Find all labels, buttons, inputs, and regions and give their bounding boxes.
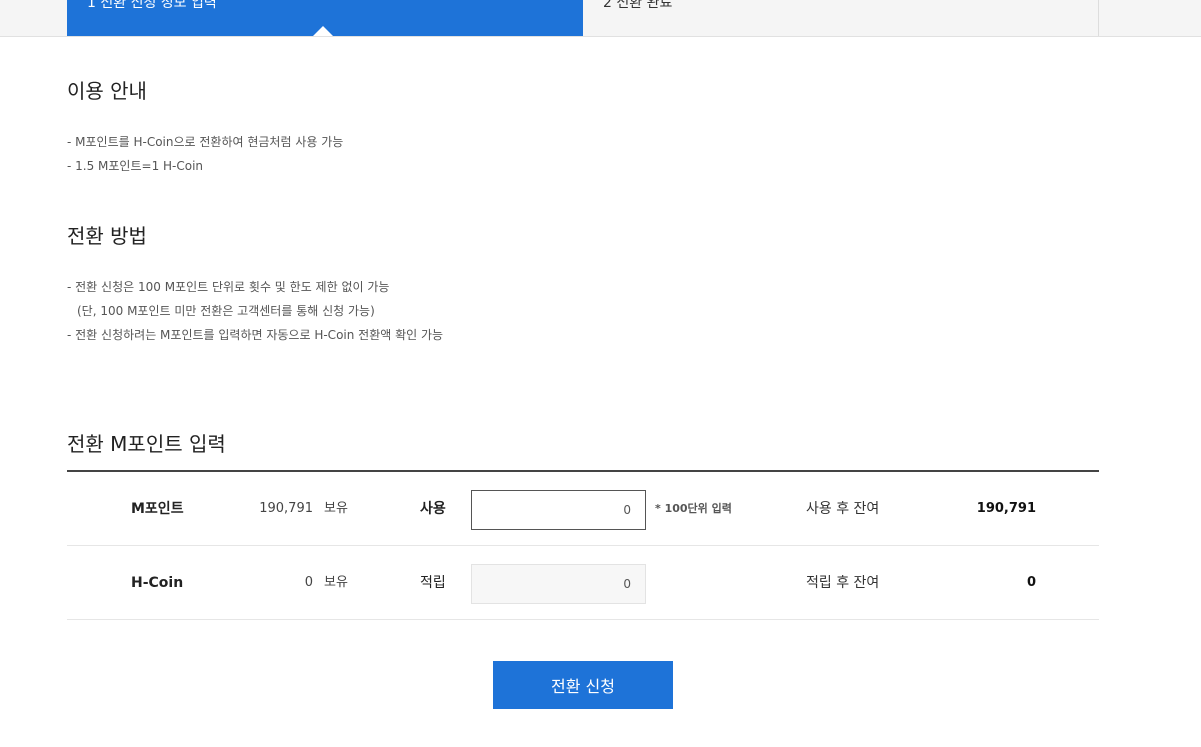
- hcoin-earn-output: [471, 564, 646, 604]
- step-1-label: 1 전환 신청 정보 입력: [87, 0, 217, 11]
- guide-title: 이용 안내: [67, 79, 147, 103]
- hcoin-after-value: 0: [1026, 575, 1036, 590]
- hcoin-name: H-Coin: [131, 575, 184, 591]
- hcoin-owned-unit: 보유: [324, 575, 348, 590]
- guide-item: - M포인트를 H-Coin으로 전환하여 현금처럼 사용 가능: [67, 135, 344, 149]
- guide-list: - M포인트를 H-Coin으로 전환하여 현금처럼 사용 가능 - 1.5 M…: [67, 130, 343, 178]
- step-bar: 1 전환 신청 정보 입력 2 전환 완료: [0, 0, 1201, 37]
- method-list: - 전환 신청은 100 M포인트 단위로 횟수 및 한도 제한 없이 가능 (…: [67, 275, 443, 347]
- step-active-pointer: [312, 26, 334, 36]
- method-item: - 전환 신청은 100 M포인트 단위로 횟수 및 한도 제한 없이 가능: [67, 280, 390, 294]
- hcoin-row: H-Coin 0 보유 적립 적립 후 잔여 0: [67, 546, 1099, 620]
- mpoint-row: M포인트 190,791 보유 사용 * 100단위 입력 사용 후 잔여 19…: [67, 472, 1099, 546]
- hcoin-after-label: 적립 후 잔여: [806, 575, 880, 591]
- mpoint-name: M포인트: [131, 501, 184, 517]
- form-title: 전환 M포인트 입력: [67, 432, 226, 456]
- hcoin-earn-label: 적립: [420, 575, 446, 591]
- guide-item: - 1.5 M포인트=1 H-Coin: [67, 159, 204, 173]
- method-title: 전환 방법: [67, 224, 147, 248]
- mpoint-input-hint: * 100단위 입력: [655, 502, 732, 515]
- convert-submit-button[interactable]: 전환 신청: [493, 661, 673, 709]
- mpoint-after-value: 190,791: [976, 501, 1036, 516]
- method-item: - 전환 신청하려는 M포인트를 입력하면 자동으로 H-Coin 전환액 확인…: [67, 328, 444, 342]
- mpoint-after-label: 사용 후 잔여: [806, 501, 880, 517]
- mpoint-owned-unit: 보유: [324, 501, 348, 516]
- method-item: (단, 100 M포인트 미만 전환은 고객센터를 통해 신청 가능): [77, 304, 375, 318]
- step-2-label: 2 전환 완료: [603, 0, 673, 11]
- step-2: 2 전환 완료: [583, 0, 1099, 36]
- hcoin-owned: 0: [304, 575, 313, 590]
- step-1-active: 1 전환 신청 정보 입력: [67, 0, 583, 36]
- mpoint-owned: 190,791: [259, 501, 313, 516]
- mpoint-use-label: 사용: [420, 501, 446, 517]
- conversion-form-table: M포인트 190,791 보유 사용 * 100단위 입력 사용 후 잔여 19…: [67, 470, 1099, 620]
- mpoint-use-input[interactable]: [471, 490, 646, 530]
